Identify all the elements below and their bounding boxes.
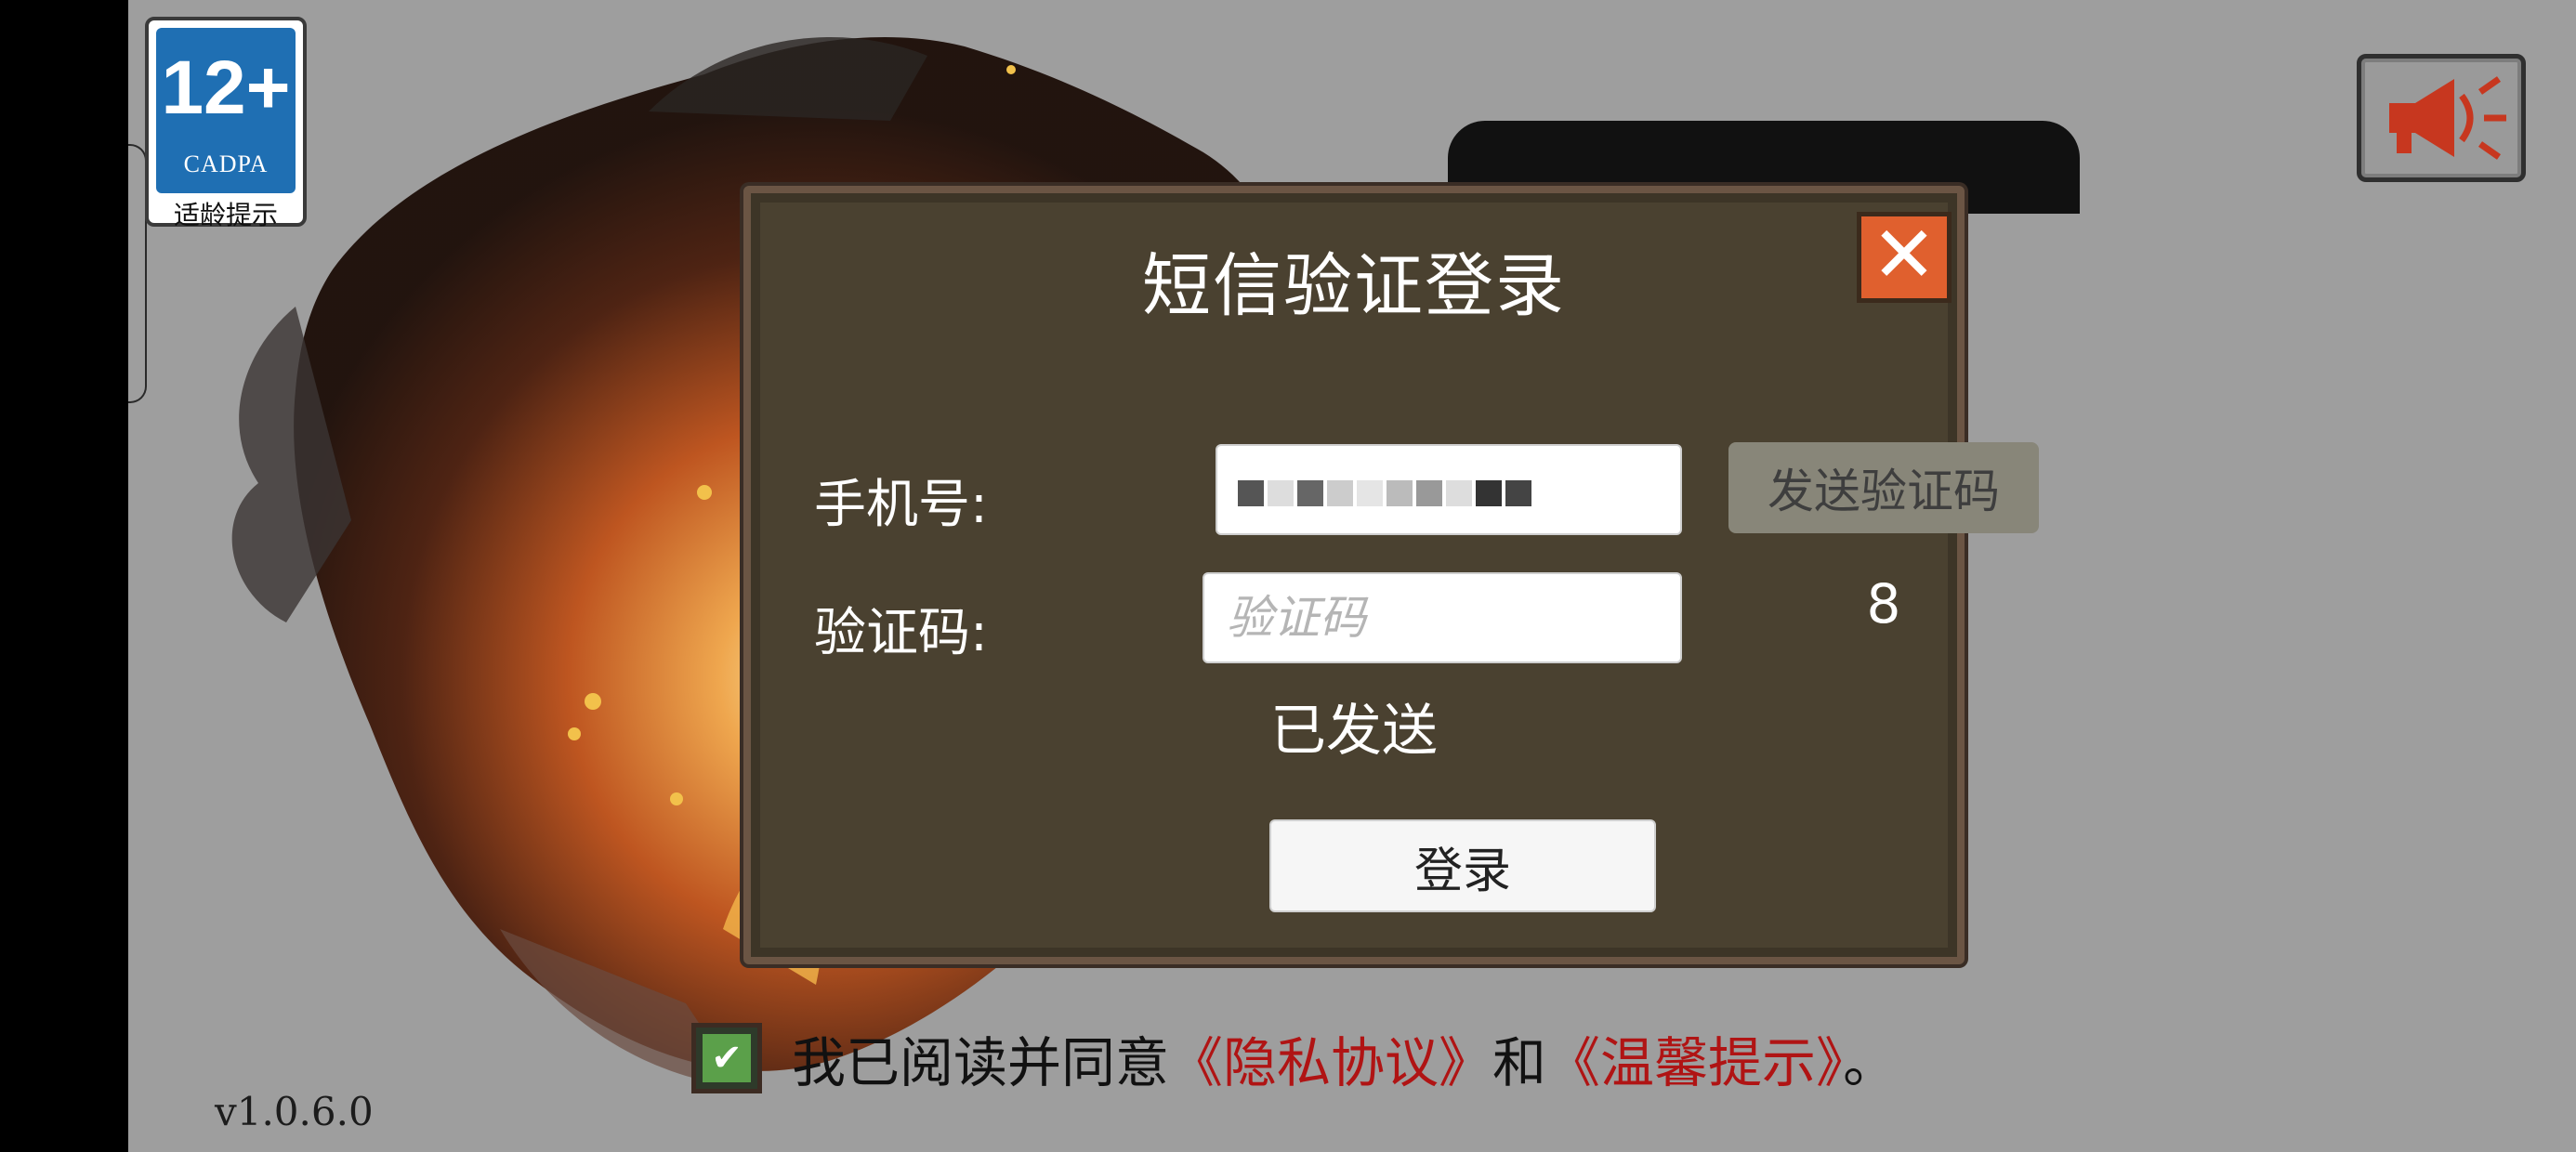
dialog-title: 短信验证登录 xyxy=(1142,246,1566,326)
version-label: v1.0.6.0 xyxy=(215,1089,374,1134)
send-code-button[interactable]: 发送验证码 xyxy=(1728,442,2039,533)
phone-input[interactable] xyxy=(1216,444,1682,535)
code-label: 验证码: xyxy=(814,603,988,663)
phone-label: 手机号: xyxy=(814,475,988,535)
sound-toggle-button[interactable] xyxy=(2357,54,2526,182)
phone-pixelation xyxy=(1238,463,1535,517)
sent-status-text: 已发送 xyxy=(1270,699,1438,764)
age-rating-org: CADPA xyxy=(183,151,269,177)
speaker-muted-icon xyxy=(2389,76,2506,160)
age-rating-number: 12+ xyxy=(161,46,291,130)
agreement-checkbox[interactable]: ✔ xyxy=(691,1023,762,1093)
age-rating-badge: 12+ CADPA 适龄提示 xyxy=(145,17,307,230)
code-input-field[interactable] xyxy=(1203,572,1682,663)
warm-tips-link[interactable]: 《温馨提示》 xyxy=(1546,1031,1843,1094)
agreement-text: 我已阅读并同意《隐私协议》和《温馨提示》。 xyxy=(792,1019,1897,1097)
close-icon: ✕ xyxy=(1871,209,1938,300)
age-rating-caption: 适龄提示 xyxy=(173,200,278,230)
sms-login-dialog: 短信验证登录 ✕ 手机号: 发送验证码 验证码: 8 已发送 登录 xyxy=(743,186,2039,964)
check-icon: ✔ xyxy=(703,1034,751,1082)
login-button[interactable]: 登录 xyxy=(1269,819,1656,912)
agreement-row: ✔ 我已阅读并同意《隐私协议》和《温馨提示》。 xyxy=(691,1016,1897,1100)
privacy-policy-link[interactable]: 《隐私协议》 xyxy=(1169,1031,1492,1094)
agreement-suffix: 。 xyxy=(1843,1031,1898,1094)
resend-countdown: 8 xyxy=(1866,572,1901,635)
age-rating-panel: 12+ CADPA xyxy=(156,28,296,193)
code-input[interactable] xyxy=(1225,590,1680,646)
game-screen: 12+ CADPA 适龄提示 短信验证登录 ✕ 手机号: 发送验证码 验证码: xyxy=(128,0,2576,1152)
agreement-and: 和 xyxy=(1492,1031,1547,1094)
agreement-prefix: 我已阅读并同意 xyxy=(792,1031,1170,1094)
close-button[interactable]: ✕ xyxy=(1857,212,1952,303)
